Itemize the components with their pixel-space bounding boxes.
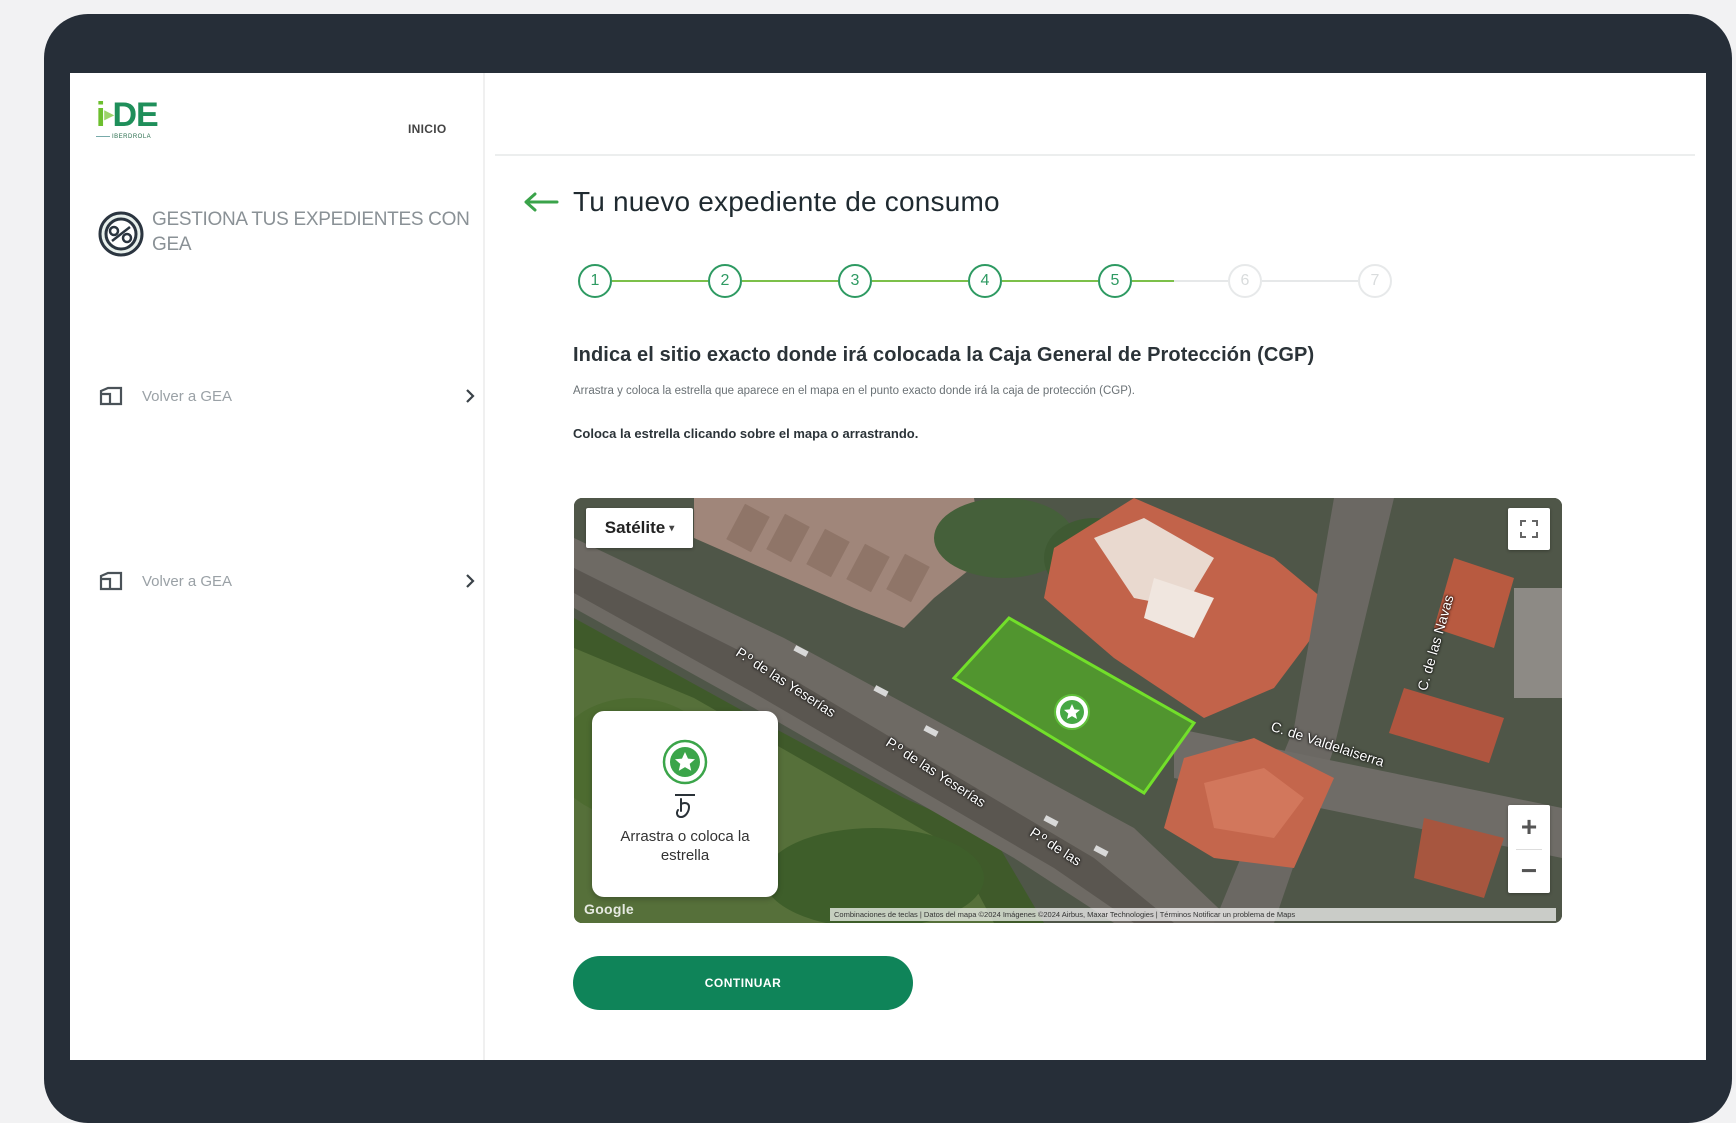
gea-title: GESTIONA TUS EXPEDIENTES CON GEA [152,209,470,255]
step-connector [1174,280,1228,282]
app-screen: i▸DE IBERDROLA INICIO GESTIONA TUS EXPED… [70,73,1706,1060]
step-connector [1132,280,1174,282]
map-type-dropdown[interactable]: Satélite ▾ [586,508,693,548]
zoom-divider [1516,849,1542,850]
chevron-right-icon [466,574,475,588]
fullscreen-button[interactable] [1508,508,1550,550]
fullscreen-icon [1520,520,1538,538]
sidebar-link-volver-gea-2[interactable]: Volver a GEA [98,561,478,601]
step-1: 1 [578,264,612,298]
step-2: 2 [708,264,742,298]
caret-down-icon: ▾ [669,522,675,534]
step-3: 3 [838,264,872,298]
gea-gauge-icon [98,211,144,257]
placed-star-marker[interactable] [1053,693,1091,731]
step-7: 7 [1358,264,1392,298]
google-logo: Google [584,901,635,917]
back-arrow-icon[interactable] [523,192,559,212]
gea-header: GESTIONA TUS EXPEDIENTES CON GEA [98,207,472,257]
zoom-control: + − [1508,805,1550,893]
step-connector [612,280,708,282]
drag-hand-icon [675,794,695,819]
satellite-map[interactable]: Satélite ▾ P.º de las Yeserías P.º de las… [574,498,1562,923]
folder-icon [99,386,123,406]
sidebar-link-label: Volver a GEA [142,572,233,590]
sidebar-link-label: Volver a GEA [142,387,233,405]
step-connector [1002,280,1098,282]
page-title: Tu nuevo expediente de consumo [573,186,1000,217]
section-description: Arrastra y coloca la estrella que aparec… [573,385,1135,397]
header-divider [495,154,1695,156]
sidebar: i▸DE IBERDROLA INICIO GESTIONA TUS EXPED… [70,73,485,1060]
sidebar-link-volver-gea-1[interactable]: Volver a GEA [98,376,478,416]
ide-logo[interactable]: i▸DE IBERDROLA [96,97,186,147]
step-6: 6 [1228,264,1262,298]
chevron-right-icon [466,389,475,403]
logo-wordmark: i▸DE [96,97,186,132]
map-attribution[interactable]: Combinaciones de teclas | Datos del mapa… [830,908,1556,921]
continue-button[interactable]: CONTINUAR [573,956,913,1010]
star-card-text: Arrastra o coloca la estrella [620,828,750,864]
zoom-in-button[interactable]: + [1508,805,1550,849]
logo-arrow-icon: ▸ [104,104,113,124]
section-title: Indica el sitio exacto donde irá colocad… [573,344,1315,366]
map-instruction: Coloca la estrella clicando sobre el map… [573,426,919,441]
step-connector [1262,280,1358,282]
draggable-star-card[interactable]: Arrastra o coloca la estrella [592,711,778,897]
progress-stepper: 1 2 3 4 5 6 7 [578,260,1398,300]
star-icon [662,739,708,785]
zoom-out-button[interactable]: − [1508,849,1550,893]
step-connector [742,280,838,282]
logo-de: DE [112,96,159,134]
step-connector [872,280,968,282]
nav-inicio-link[interactable]: INICIO [408,122,446,136]
step-4: 4 [968,264,1002,298]
folder-icon [99,571,123,591]
map-type-label: Satélite [604,518,666,537]
logo-subtitle: IBERDROLA [96,134,186,140]
step-5: 5 [1098,264,1132,298]
